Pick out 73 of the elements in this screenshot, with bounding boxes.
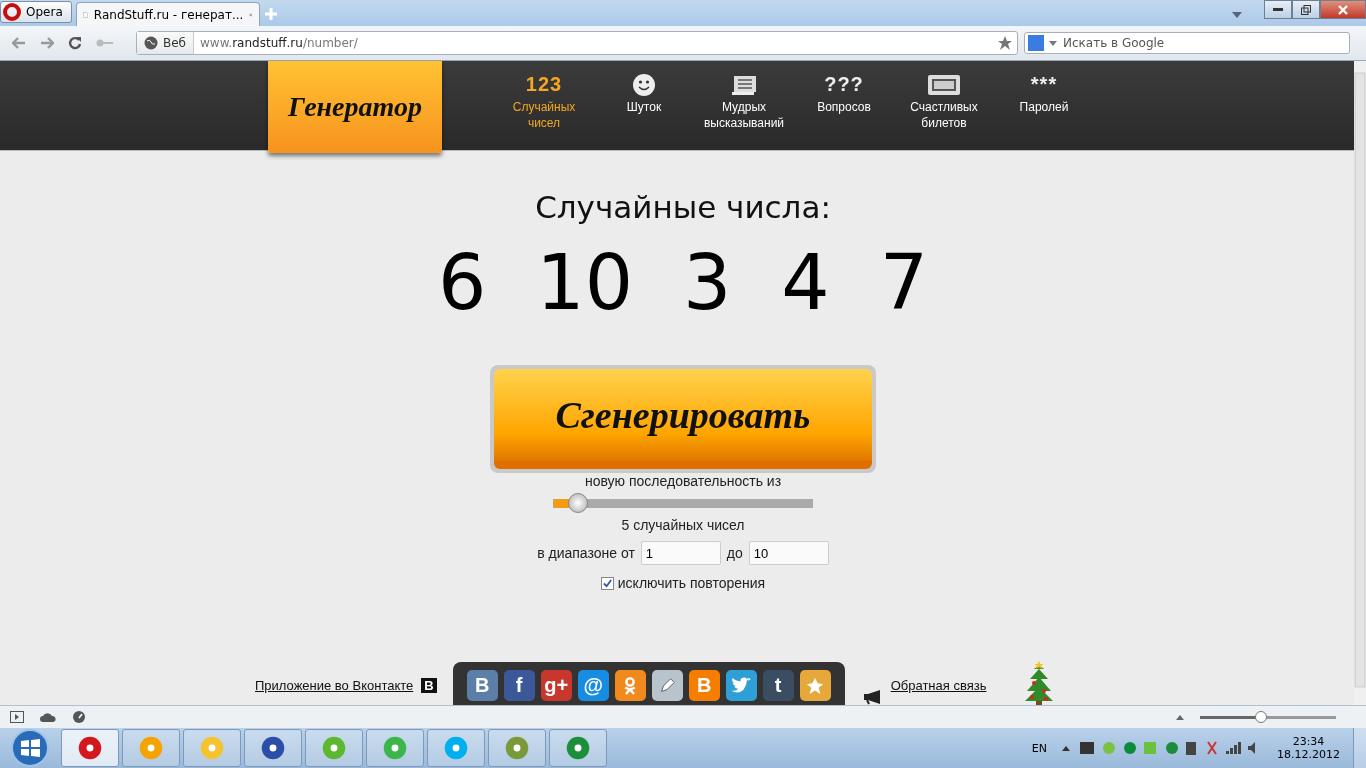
taskbar-button[interactable] (549, 729, 607, 767)
restore-button[interactable] (1292, 0, 1320, 19)
nav-item[interactable]: *** Паролей (994, 61, 1094, 150)
start-button[interactable] (10, 728, 50, 768)
taskbar-button[interactable] (488, 729, 546, 767)
random-number: 4 (781, 237, 830, 329)
nav-item[interactable]: Счастливых билетов (894, 61, 994, 150)
forward-icon[interactable] (40, 37, 54, 49)
minimize-button[interactable] (1264, 0, 1292, 19)
random-number: 7 (879, 237, 929, 329)
dropdown-icon[interactable] (1049, 41, 1057, 46)
minimize-icon (1273, 7, 1283, 12)
share-icon[interactable]: t (762, 670, 794, 701)
share-icon[interactable] (799, 670, 831, 701)
clock-time[interactable]: 23:34 (1292, 735, 1325, 748)
megaphone-icon (862, 689, 883, 705)
star-icon[interactable] (997, 35, 1013, 51)
opera-menu-button[interactable]: Opera (0, 1, 72, 23)
generate-button[interactable]: Сгенерировать (494, 369, 872, 469)
site-logo[interactable]: Генератор (268, 61, 442, 153)
exclude-label: исключить повторения (617, 575, 766, 591)
reload-icon[interactable] (68, 36, 82, 50)
arrow-up-icon[interactable] (1176, 714, 1184, 720)
christmas-tree-icon (1024, 661, 1055, 705)
exclude-checkbox[interactable] (600, 576, 614, 590)
nav-item[interactable]: ??? Вопросов (794, 61, 894, 150)
cloud-icon[interactable] (40, 712, 56, 722)
vk-badge[interactable]: В (421, 678, 437, 693)
scroll-icon (729, 73, 759, 97)
random-number: 10 (536, 237, 633, 329)
nav-item[interactable]: Шуток (594, 61, 694, 150)
random-number: 3 (683, 237, 732, 329)
search-field[interactable]: Искать в Google (1024, 32, 1350, 54)
share-icon[interactable]: B (466, 670, 498, 701)
web-badge: Веб (137, 32, 194, 54)
range-from-field[interactable]: 1 (640, 541, 721, 565)
feedback-link[interactable]: Обратная связь (890, 678, 987, 693)
back-icon[interactable] (12, 37, 26, 49)
share-icon[interactable]: f (503, 670, 535, 701)
random-number: 6 (437, 237, 487, 329)
share-icon[interactable] (614, 670, 646, 701)
speedometer-icon[interactable] (72, 710, 86, 724)
page-heading: Случайные числа: (535, 189, 831, 225)
smiley-icon (632, 73, 656, 97)
share-icon[interactable]: g+ (540, 670, 572, 701)
nav-item[interactable]: 123 Случайных чисел (494, 61, 594, 150)
taskbar-button[interactable] (244, 729, 302, 767)
close-window-button[interactable] (1320, 0, 1366, 19)
vk-app-link[interactable]: Приложение во Вконтакте (255, 678, 414, 693)
address-field[interactable]: Веб www.randstuff.ru/number/ (136, 31, 1018, 55)
zoom-thumb[interactable] (1255, 711, 1268, 723)
share-icon[interactable] (725, 670, 757, 701)
browser-tab[interactable]: RandStuff.ru - генерат... (75, 2, 260, 26)
share-icon[interactable]: @ (577, 670, 609, 701)
slider-thumb[interactable] (567, 493, 588, 513)
restore-icon (1301, 4, 1311, 15)
range-label: в диапазоне от (537, 545, 635, 561)
tab-title: RandStuff.ru - генерат... (93, 7, 244, 22)
range-to-field[interactable]: 10 (748, 541, 829, 565)
share-icon[interactable] (651, 670, 683, 701)
language-indicator[interactable]: EN (1031, 741, 1047, 755)
range-to-label: до (726, 545, 743, 561)
clock-date[interactable]: 18.12.2012 (1277, 748, 1340, 761)
taskbar-button[interactable] (61, 729, 119, 767)
count-label: 5 случайных чисел (621, 517, 745, 533)
slider-caption: новую последовательность из (584, 473, 782, 489)
tab-list-icon[interactable] (1232, 12, 1242, 18)
panel-toggle-icon[interactable] (10, 711, 24, 723)
ticket-icon (927, 73, 961, 97)
url-text: www.randstuff.ru/number/ (199, 36, 359, 50)
close-icon (1338, 4, 1348, 15)
nav-item[interactable]: Мудрых высказываний (694, 61, 794, 150)
globe-icon (144, 36, 158, 50)
